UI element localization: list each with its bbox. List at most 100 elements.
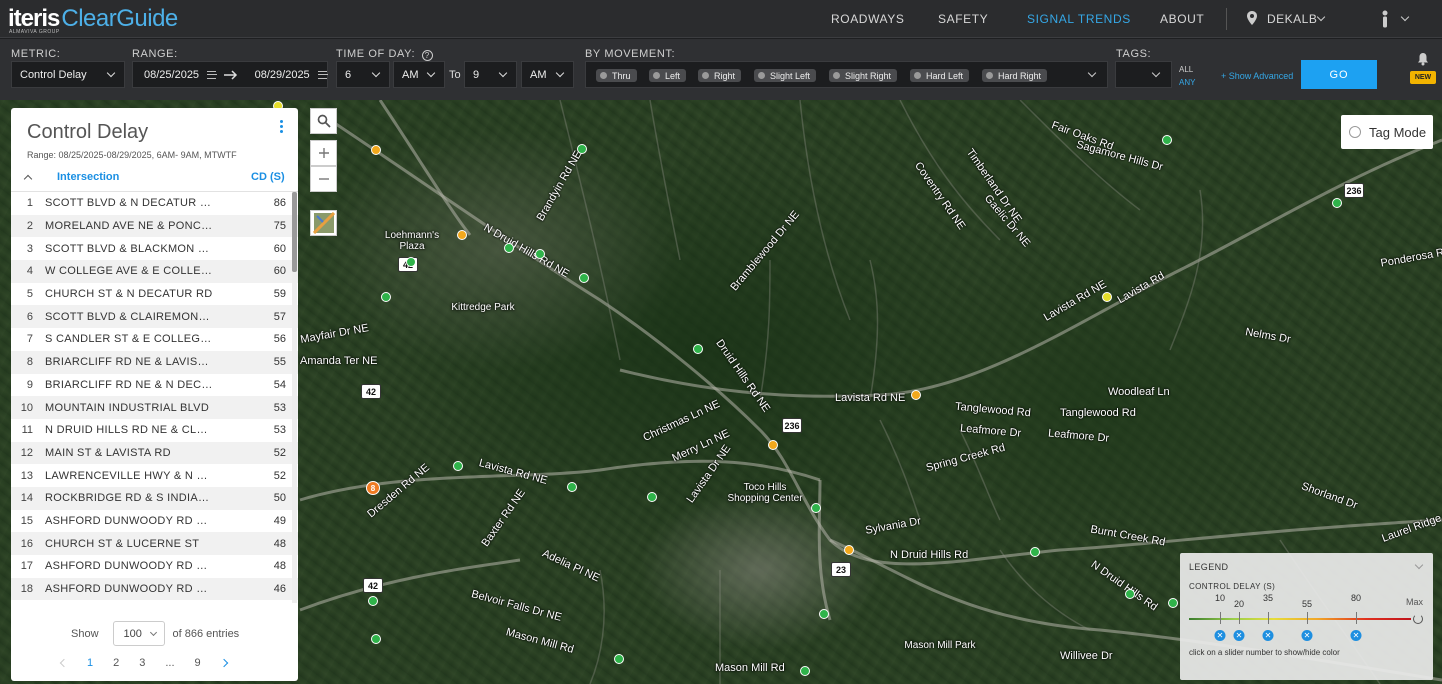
intersection-marker[interactable] [800,666,810,676]
table-row[interactable]: 2 MORELAND AVE NE & PONCE DE LEON AVE 75 [11,214,298,238]
zoom-out-button[interactable] [310,166,337,192]
column-control-delay[interactable]: CD (S) [251,171,285,183]
tags-any-option[interactable]: ANY [1179,76,1195,89]
intersection-marker[interactable] [819,609,829,619]
page-3[interactable]: 3 [139,657,145,669]
movement-select[interactable]: Thru Left Right Slight Left Slight Right… [585,61,1108,88]
table-row[interactable]: 11 N DRUID HILLS RD NE & CLAIREMONT RD 53 [11,419,298,442]
intersection-marker[interactable] [535,249,545,259]
intersection-marker[interactable] [811,503,821,513]
calendar-icon[interactable] [207,70,218,79]
intersection-marker[interactable] [1102,292,1112,302]
from-hour-select[interactable]: 6 [336,61,390,88]
intersection-marker[interactable] [453,461,463,471]
page-1[interactable]: 1 [87,657,93,669]
nav-roadways[interactable]: ROADWAYS [831,12,904,26]
table-row[interactable]: 1 SCOTT BLVD & N DECATUR RD 86 [11,192,298,215]
prev-page-icon[interactable] [59,658,69,668]
next-page-icon[interactable] [219,658,228,668]
legend-slider-tick[interactable] [1356,612,1357,624]
legend-slider-tick[interactable] [1307,612,1308,624]
table-row[interactable]: 16 CHURCH ST & LUCERNE ST 48 [11,532,298,555]
show-advanced-link[interactable]: + Show Advanced [1221,71,1293,81]
intersection-marker[interactable] [368,596,378,606]
movement-chip[interactable]: Thru [596,69,637,82]
map-search-button[interactable] [310,108,337,134]
intersection-marker[interactable] [1162,135,1172,145]
table-row[interactable]: 13 LAWRENCEVILLE HWY & N DRUID HILLS RD 52 [11,464,298,487]
intersection-marker[interactable] [614,654,624,664]
legend-slider-tick[interactable] [1268,612,1269,624]
remove-threshold-icon[interactable]: ✕ [1301,630,1313,641]
legend-slider-tick[interactable] [1239,612,1240,624]
kebab-menu-icon[interactable] [277,120,285,136]
bell-icon[interactable] [1417,52,1429,66]
intersection-marker[interactable] [567,482,577,492]
movement-chip[interactable]: Right [698,69,742,82]
calendar-icon[interactable] [317,70,329,79]
movement-chip[interactable]: Left [649,69,687,82]
to-ampm-select[interactable]: AM [521,61,574,88]
movement-chip[interactable]: Hard Right [982,69,1048,82]
remove-chip-icon[interactable] [986,72,993,79]
basemap-toggle-button[interactable] [310,210,337,236]
page-2[interactable]: 2 [113,657,119,669]
logo[interactable]: iteris ClearGuide ALMAVIVA GROUP [8,5,178,35]
tags-match-toggle[interactable]: ALL ANY [1179,63,1195,89]
legend-tick-55[interactable]: 55 [1302,599,1312,609]
intersection-marker[interactable] [647,492,657,502]
go-button[interactable]: GO [1301,60,1377,89]
tags-all-option[interactable]: ALL [1179,63,1195,76]
nav-safety[interactable]: SAFETY [938,12,988,26]
legend-tick-35[interactable]: 35 [1263,593,1273,603]
zoom-in-button[interactable] [310,140,337,166]
movement-chip[interactable]: Hard Left [910,69,970,82]
sort-toggle-icon[interactable] [23,174,33,184]
intersection-marker[interactable] [371,634,381,644]
remove-threshold-icon[interactable]: ✕ [1214,630,1226,641]
to-hour-select[interactable]: 9 [464,61,517,88]
intersection-marker[interactable] [457,230,467,240]
table-row[interactable]: 9 BRIARCLIFF RD NE & N DECATUR RD 54 [11,374,298,397]
table-row[interactable]: 14 ROCKBRIDGE RD & S INDIAN CREEK DR 50 [11,486,298,510]
help-icon[interactable]: ? [421,50,433,61]
intersection-marker[interactable] [693,344,703,354]
chevron-down-icon[interactable] [1400,12,1410,22]
intersection-marker[interactable] [381,292,391,302]
intersection-marker[interactable] [1030,547,1040,557]
collapse-icon[interactable] [1414,560,1424,570]
metric-select[interactable]: Control Delay [11,61,125,88]
intersection-marker[interactable] [406,257,416,267]
page-9[interactable]: 9 [195,657,201,669]
movement-chip[interactable]: Slight Left [754,69,817,82]
range-start[interactable]: 08/25/2025 [144,69,199,81]
remove-chip-icon[interactable] [758,72,765,79]
intersection-marker[interactable] [768,440,778,450]
remove-chip-icon[interactable] [600,72,607,79]
user-icon[interactable] [1380,10,1390,28]
nav-signal-trends[interactable]: SIGNAL TRENDS [1027,12,1131,26]
remove-threshold-icon[interactable]: ✕ [1233,630,1245,641]
legend-slider-tick[interactable] [1220,612,1221,624]
table-row[interactable]: 10 MOUNTAIN INDUSTRIAL BLVD 53 [11,396,298,419]
intersection-marker[interactable] [577,144,587,154]
intersection-marker[interactable] [911,390,921,400]
movement-chip[interactable]: Slight Right [829,69,898,82]
intersection-marker[interactable] [1332,198,1342,208]
intersection-marker[interactable] [504,243,514,253]
page-size-select[interactable]: 100 [112,621,165,646]
intersection-marker[interactable] [579,273,589,283]
scrollbar-thumb[interactable] [292,192,297,272]
table-row[interactable]: 8 BRIARCLIFF RD NE & LAVISTA RD 55 [11,350,298,374]
table-row[interactable]: 7 S CANDLER ST & E COLLEGE AVE 56 [11,328,298,351]
table-row[interactable]: 15 ASHFORD DUNWOODY RD & PERIMETER CTR 49 [11,510,298,533]
table-row[interactable]: 4 W COLLEGE AVE & E COLLEGE AVE 60 [11,260,298,283]
location-pin-icon[interactable] [1247,11,1257,25]
cluster-marker[interactable]: 8 [366,481,380,495]
remove-chip-icon[interactable] [653,72,660,79]
remove-chip-icon[interactable] [833,72,840,79]
table-row[interactable]: 17 ASHFORD DUNWOODY RD & HAMMOND DR 48 [11,555,298,578]
table-row[interactable]: 3 SCOTT BLVD & BLACKMON DR 60 [11,237,298,260]
region-selector[interactable]: DEKALB [1267,12,1317,26]
new-badge[interactable]: NEW [1410,71,1436,84]
